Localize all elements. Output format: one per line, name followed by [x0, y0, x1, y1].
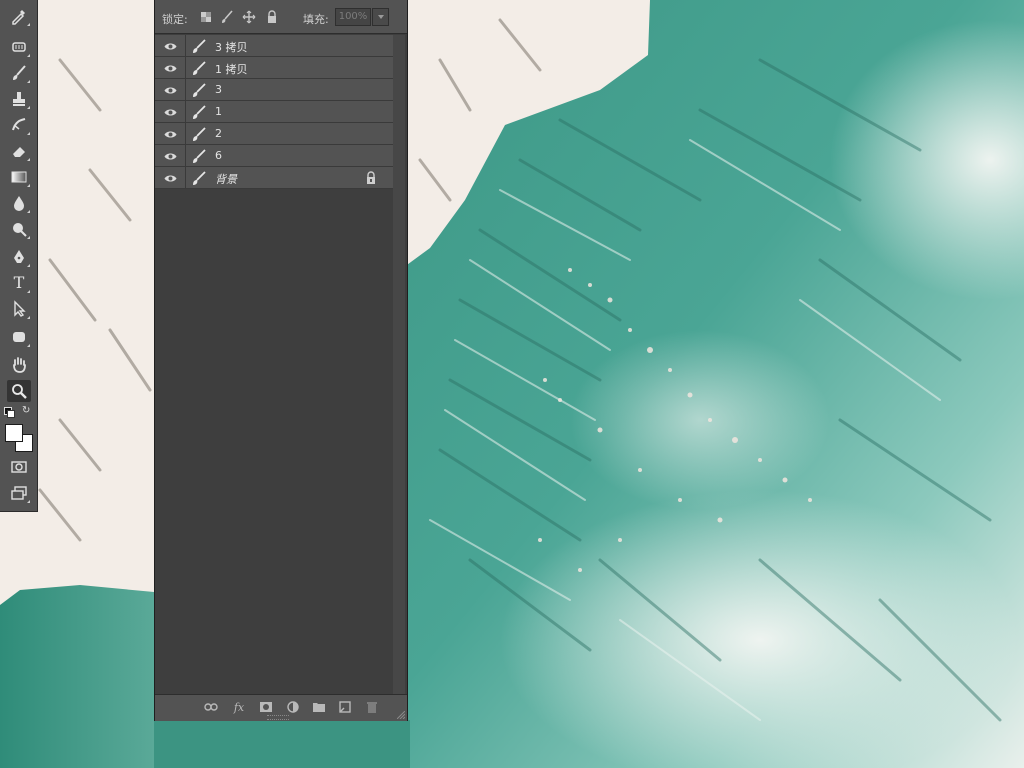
pen-icon[interactable] [7, 246, 31, 268]
visibility-eye-icon[interactable] [162, 83, 178, 97]
lock-all-icon[interactable] [265, 10, 279, 24]
mask-icon[interactable] [258, 700, 274, 714]
layer-brush-icon [191, 60, 207, 76]
layer-name: 3 拷贝 [215, 41, 248, 54]
adjustment-icon[interactable] [285, 700, 301, 714]
link-icon[interactable] [203, 700, 219, 714]
layer-divider [185, 79, 186, 101]
layer-name: 1 拷贝 [215, 63, 248, 76]
gradient-icon[interactable] [7, 166, 31, 188]
layer-brush-icon [191, 170, 207, 186]
layer-brush-icon [191, 82, 207, 98]
default-colors-icon[interactable] [4, 407, 15, 418]
layer-name: 6 [215, 149, 222, 162]
foreground-color-swatch[interactable] [5, 424, 23, 442]
eraser-icon[interactable] [7, 140, 31, 162]
dodge-icon[interactable] [7, 218, 31, 240]
layers-bottom-bar: fx [155, 694, 407, 721]
visibility-eye-icon[interactable] [162, 61, 178, 75]
fill-dropdown-button[interactable] [372, 8, 389, 26]
layer-row[interactable]: 1 拷贝 [155, 57, 393, 79]
layer-name: 1 [215, 105, 222, 118]
layer-row[interactable]: 1 [155, 101, 393, 123]
clone-stamp-icon[interactable] [7, 88, 31, 110]
fill-opacity-input[interactable]: 100% [335, 8, 371, 26]
hand-icon[interactable] [7, 354, 31, 376]
layer-row[interactable]: 3 [155, 79, 393, 101]
fill-label: 填充: [303, 13, 329, 26]
path-selection-icon[interactable] [7, 298, 31, 320]
lock-image-icon[interactable] [220, 10, 234, 24]
quick-mask-icon[interactable] [7, 456, 31, 478]
new-layer-icon[interactable] [337, 700, 353, 714]
shape-icon[interactable] [7, 326, 31, 348]
layers-panel: 锁定: 填充: 100% 3 拷贝 1 拷贝 3 1 2 6 背景 fx [154, 0, 408, 721]
resize-grip-icon[interactable] [397, 711, 405, 719]
layer-row[interactable]: 3 拷贝 [155, 35, 393, 57]
layer-row[interactable]: 2 [155, 123, 393, 145]
layers-list: 3 拷贝 1 拷贝 3 1 2 6 背景 [155, 35, 393, 189]
history-brush-icon[interactable] [7, 114, 31, 136]
healing-brush-icon[interactable] [7, 36, 31, 58]
layer-row[interactable]: 背景 [155, 167, 393, 189]
panel-grab-handle[interactable] [267, 715, 289, 720]
lock-label: 锁定: [162, 13, 188, 26]
visibility-eye-icon[interactable] [162, 39, 178, 53]
tools-panel: T ↻ [0, 0, 38, 512]
folder-icon[interactable] [311, 700, 327, 714]
zoom-icon[interactable] [7, 380, 31, 402]
layer-brush-icon [191, 104, 207, 120]
layer-divider [185, 57, 186, 79]
visibility-eye-icon[interactable] [162, 171, 178, 185]
lock-transparent-icon[interactable] [199, 10, 213, 24]
layer-divider [185, 123, 186, 145]
layer-name: 3 [215, 83, 222, 96]
fx-icon[interactable]: fx [231, 700, 247, 714]
layer-row[interactable]: 6 [155, 145, 393, 167]
type-icon[interactable]: T [7, 272, 31, 294]
visibility-eye-icon[interactable] [162, 149, 178, 163]
screen-mode-icon[interactable] [7, 482, 31, 504]
layer-brush-icon [191, 148, 207, 164]
eyedropper-icon[interactable] [7, 5, 31, 27]
layer-divider [185, 145, 186, 167]
layer-brush-icon [191, 126, 207, 142]
layers-scrollbar[interactable] [393, 35, 405, 694]
layer-lock-icon [365, 171, 377, 185]
visibility-eye-icon[interactable] [162, 127, 178, 141]
trash-icon[interactable] [364, 700, 380, 714]
blur-icon[interactable] [7, 192, 31, 214]
swap-colors-icon[interactable]: ↻ [22, 406, 30, 416]
layer-name: 背景 [215, 173, 237, 186]
visibility-eye-icon[interactable] [162, 105, 178, 119]
layer-brush-icon [191, 38, 207, 54]
layer-divider [185, 101, 186, 123]
lock-position-icon[interactable] [242, 10, 256, 24]
layer-divider [185, 35, 186, 57]
layer-divider [185, 167, 186, 189]
layer-name: 2 [215, 127, 222, 140]
brush-icon[interactable] [7, 62, 31, 84]
layers-lock-bar: 锁定: 填充: 100% [155, 0, 407, 34]
